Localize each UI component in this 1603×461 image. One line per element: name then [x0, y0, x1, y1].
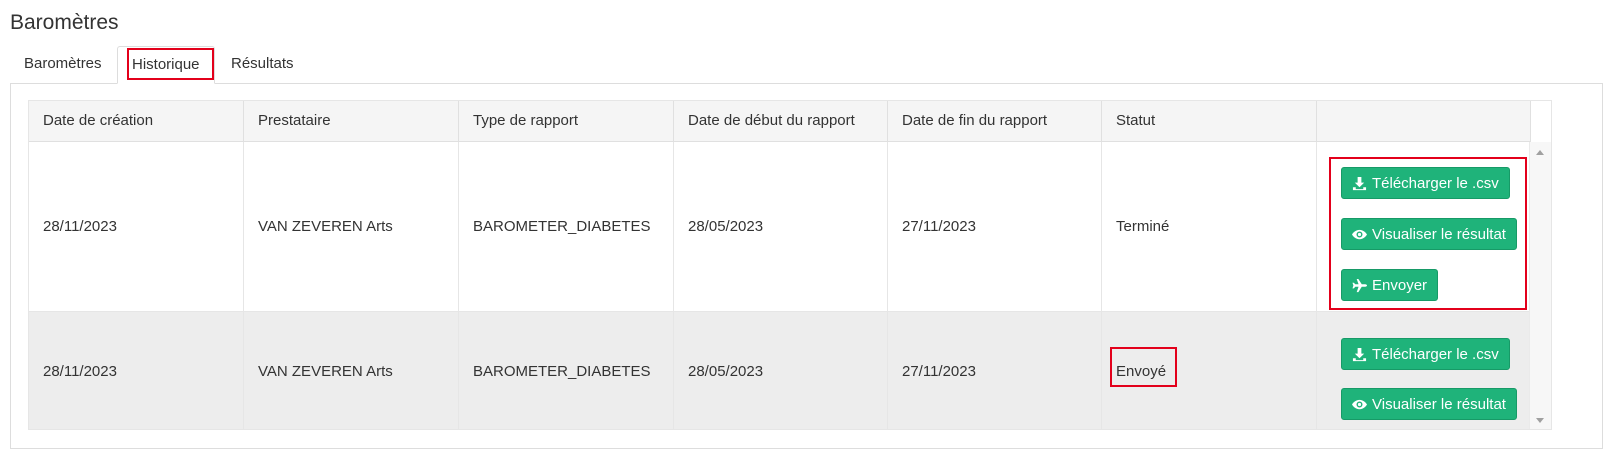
eye-icon	[1352, 229, 1367, 239]
cell-date-creation: 28/11/2023	[29, 312, 244, 429]
tab-bar: Baromètres Historique Résultats	[10, 46, 1603, 84]
download-csv-label: Télécharger le .csv	[1372, 345, 1499, 363]
tab-barometres[interactable]: Baromètres	[10, 46, 116, 83]
eye-icon	[1352, 399, 1367, 409]
column-header-date-debut[interactable]: Date de début du rapport	[674, 101, 888, 141]
cell-statut: Envoyé	[1102, 312, 1317, 429]
view-result-label: Visualiser le résultat	[1372, 225, 1506, 243]
tab-historique[interactable]: Historique	[117, 46, 215, 84]
scroll-down-arrow-icon[interactable]	[1536, 418, 1544, 423]
cell-date-creation: 28/11/2023	[29, 142, 244, 311]
cell-prestataire: VAN ZEVEREN Arts	[244, 312, 459, 429]
column-header-type-rapport[interactable]: Type de rapport	[459, 101, 674, 141]
cell-actions: Télécharger le .csv Visualiser le résult…	[1317, 312, 1531, 429]
table-header: Date de création Prestataire Type de rap…	[29, 101, 1531, 142]
scroll-up-arrow-icon[interactable]	[1536, 150, 1544, 155]
cell-date-debut: 28/05/2023	[674, 142, 888, 311]
download-csv-button[interactable]: Télécharger le .csv	[1341, 167, 1510, 199]
column-header-date-creation[interactable]: Date de création	[29, 101, 244, 141]
cell-actions: Télécharger le .csv Visualiser le résult…	[1317, 142, 1531, 311]
cell-date-debut: 28/05/2023	[674, 312, 888, 429]
table-row: 28/11/2023 VAN ZEVEREN Arts BAROMETER_DI…	[29, 142, 1531, 312]
cell-type-rapport: BAROMETER_DIABETES	[459, 312, 674, 429]
cell-statut: Terminé	[1102, 142, 1317, 311]
plane-icon	[1352, 278, 1367, 292]
send-button[interactable]: Envoyer	[1341, 269, 1439, 301]
view-result-button[interactable]: Visualiser le résultat	[1341, 218, 1517, 250]
vertical-scrollbar[interactable]	[1529, 142, 1551, 429]
cell-date-fin: 27/11/2023	[888, 312, 1102, 429]
history-table: Date de création Prestataire Type de rap…	[28, 100, 1552, 430]
cell-type-rapport: BAROMETER_DIABETES	[459, 142, 674, 311]
table-row: 28/11/2023 VAN ZEVEREN Arts BAROMETER_DI…	[29, 312, 1531, 429]
download-csv-label: Télécharger le .csv	[1372, 174, 1499, 192]
column-header-prestataire[interactable]: Prestataire	[244, 101, 459, 141]
page-title: Baromètres	[10, 11, 119, 34]
download-icon	[1352, 347, 1367, 361]
download-csv-button[interactable]: Télécharger le .csv	[1341, 338, 1510, 370]
column-header-actions	[1317, 101, 1531, 141]
view-result-button[interactable]: Visualiser le résultat	[1341, 388, 1517, 420]
column-header-statut[interactable]: Statut	[1102, 101, 1317, 141]
tab-resultats[interactable]: Résultats	[217, 46, 308, 83]
view-result-label: Visualiser le résultat	[1372, 395, 1506, 413]
download-icon	[1352, 176, 1367, 190]
column-header-date-fin[interactable]: Date de fin du rapport	[888, 101, 1102, 141]
send-label: Envoyer	[1372, 276, 1428, 294]
cell-date-fin: 27/11/2023	[888, 142, 1102, 311]
cell-prestataire: VAN ZEVEREN Arts	[244, 142, 459, 311]
